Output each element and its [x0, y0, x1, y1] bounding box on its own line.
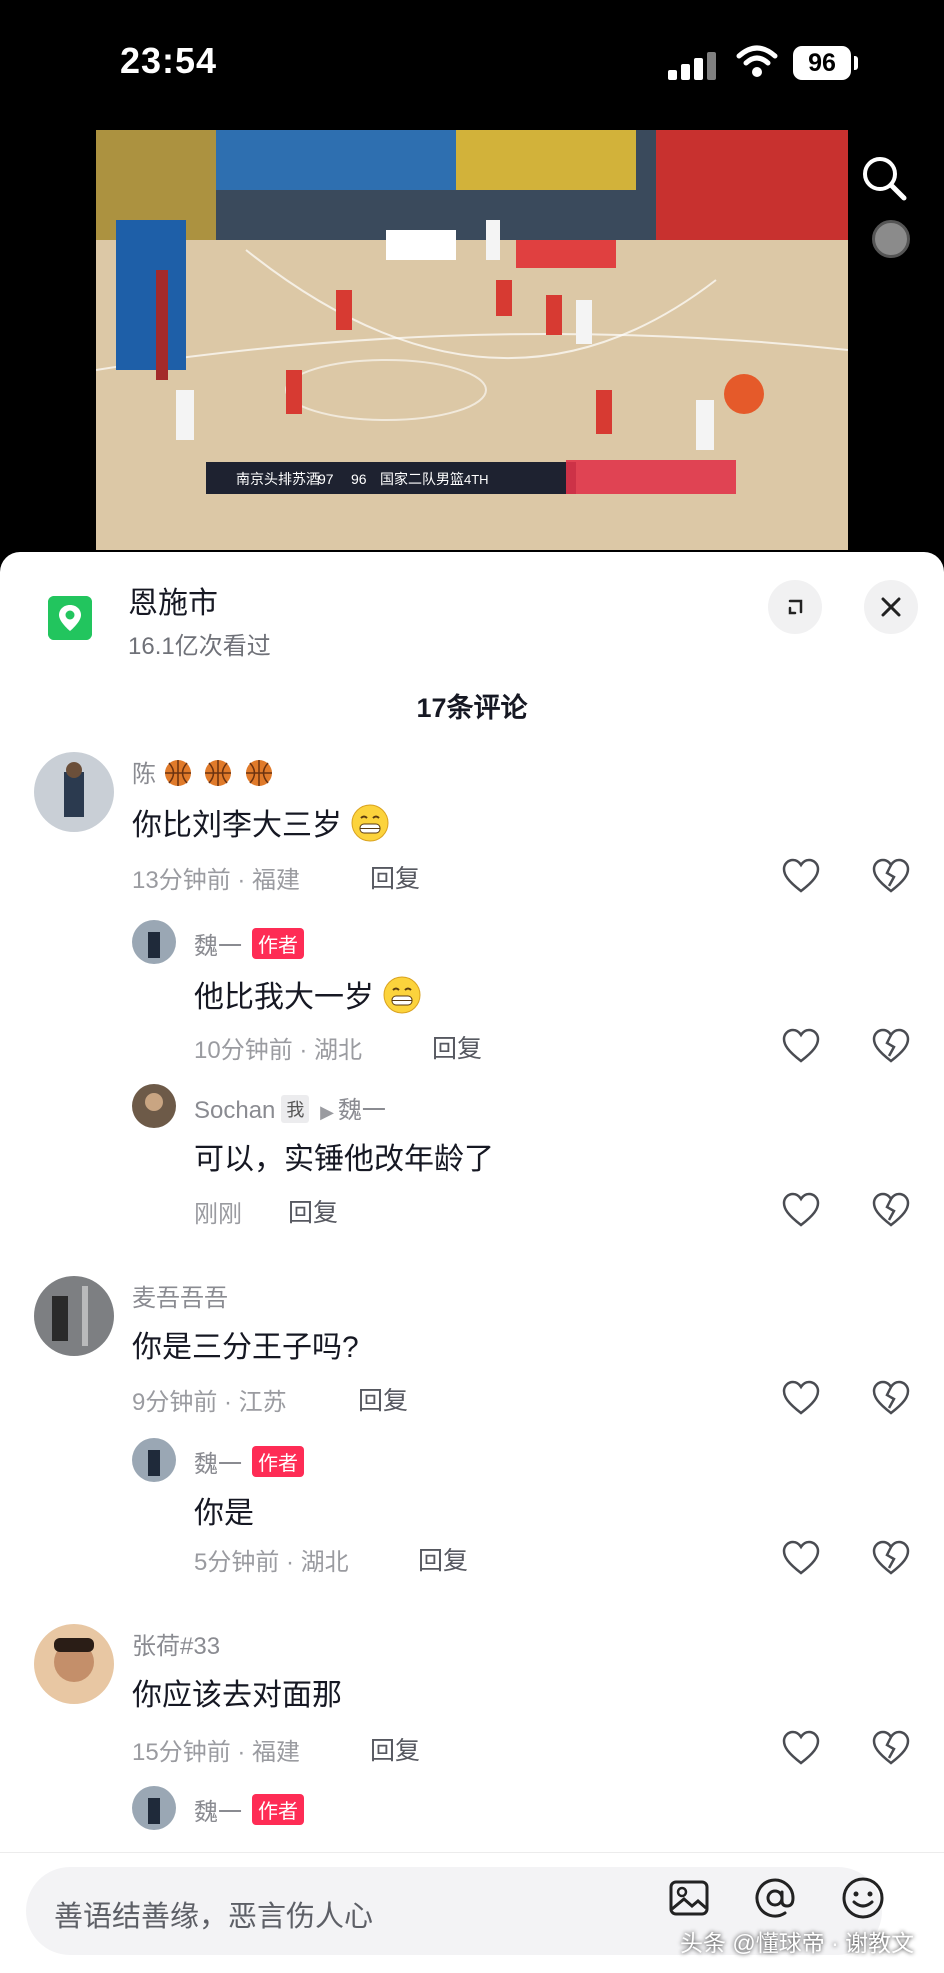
- comment-text: 你是三分王子吗?: [132, 1331, 359, 1364]
- avatar[interactable]: [34, 752, 114, 832]
- location-title[interactable]: 恩施市: [128, 578, 218, 622]
- status-time: 23:54: [120, 40, 218, 81]
- comment-author[interactable]: 张荷#33: [132, 1626, 220, 1661]
- expand-icon: [788, 599, 803, 615]
- close-icon: [881, 597, 901, 617]
- location-view-count: 16.1亿次看过: [128, 633, 271, 660]
- dislike-icon[interactable]: [872, 858, 910, 894]
- location-pin-icon: [48, 596, 92, 640]
- heart-icon[interactable]: [782, 1028, 820, 1064]
- comments-count-title: 17条评论: [416, 693, 528, 723]
- comment-time-location: 9分钟前 · 江苏: [132, 1389, 287, 1416]
- emoji-icon[interactable]: [840, 1875, 886, 1921]
- comment-text: 你比刘李大三岁: [132, 800, 390, 844]
- period-label: 4TH: [464, 472, 489, 487]
- heart-icon[interactable]: [782, 1192, 820, 1228]
- comment-author[interactable]: Sochan 我 ▶ 魏一: [194, 1090, 386, 1125]
- comment-time: 刚刚: [194, 1201, 242, 1228]
- avatar[interactable]: [34, 1624, 114, 1704]
- comment-time-location: 15分钟前 · 福建: [132, 1739, 301, 1766]
- wifi-icon: [736, 45, 778, 77]
- dislike-icon[interactable]: [872, 1540, 910, 1576]
- comment-time-location: 5分钟前 · 湖北: [194, 1549, 349, 1576]
- close-button[interactable]: [864, 580, 918, 634]
- comment-text: 你应该去对面那: [132, 1679, 342, 1712]
- author-badge: 作者: [252, 928, 304, 959]
- basketball-icon: [164, 760, 191, 786]
- image-icon[interactable]: [666, 1875, 712, 1921]
- comment-text: 可以，实锤他改年龄了: [194, 1143, 494, 1176]
- home-team-label: 南京头排苏酒: [236, 471, 320, 487]
- basketball-icon: [205, 760, 232, 786]
- reply-button[interactable]: 回复: [288, 1193, 338, 1229]
- video-player[interactable]: 南京头排苏酒 97 96 国家二队男篮 4TH: [96, 130, 848, 550]
- heart-icon[interactable]: [782, 1730, 820, 1766]
- reply-button[interactable]: 回复: [370, 859, 420, 895]
- expand-button[interactable]: [768, 580, 822, 634]
- avatar[interactable]: [132, 1786, 176, 1830]
- dislike-icon[interactable]: [872, 1380, 910, 1416]
- reply-button[interactable]: 回复: [418, 1541, 468, 1577]
- dislike-icon[interactable]: [872, 1028, 910, 1064]
- reply-button[interactable]: 回复: [358, 1381, 408, 1417]
- comment-text: 你是: [194, 1497, 254, 1530]
- comment-author[interactable]: 魏一 作者: [194, 1792, 304, 1827]
- watermark: 头条 @懂球帝 · 谢教文: [680, 1930, 915, 1956]
- heart-icon[interactable]: [782, 1540, 820, 1576]
- me-badge: 我: [281, 1095, 310, 1123]
- comment-author[interactable]: 魏一 作者: [194, 1444, 304, 1479]
- author-badge: 作者: [252, 1446, 304, 1477]
- reply-button[interactable]: 回复: [432, 1029, 482, 1065]
- away-score: 96: [351, 471, 367, 487]
- reply-button[interactable]: 回复: [370, 1731, 420, 1767]
- grin-emoji-icon: [383, 976, 421, 1014]
- author-badge: 作者: [252, 1794, 304, 1825]
- grin-emoji-icon: [351, 804, 389, 842]
- avatar[interactable]: [34, 1276, 114, 1356]
- battery-tip: [854, 56, 858, 70]
- comment-text: 他比我大一岁: [194, 972, 422, 1016]
- status-bar: 23:54 96: [0, 0, 944, 130]
- avatar[interactable]: [132, 1438, 176, 1482]
- heart-icon[interactable]: [782, 1380, 820, 1416]
- comment-author[interactable]: 魏一 作者: [194, 926, 304, 961]
- comment-time-location: 10分钟前 · 湖北: [194, 1037, 363, 1064]
- dislike-icon[interactable]: [872, 1730, 910, 1766]
- comment-sheet: 恩施市 16.1亿次看过 17条评论 陈 你比刘李大三岁 13分钟前 · 福建 …: [0, 552, 944, 1972]
- avatar[interactable]: [132, 920, 176, 964]
- basketball-icon: [246, 760, 273, 786]
- battery-indicator: 96: [793, 46, 851, 80]
- home-score: 97: [318, 471, 334, 487]
- comment-author[interactable]: 陈: [132, 754, 278, 789]
- comment-author[interactable]: 麦吾吾吾: [132, 1278, 228, 1313]
- dislike-icon[interactable]: [872, 1192, 910, 1228]
- away-team-label: 国家二队男篮: [380, 471, 464, 487]
- comment-time-location: 13分钟前 · 福建: [132, 867, 301, 894]
- at-icon[interactable]: [752, 1875, 798, 1921]
- record-button[interactable]: [872, 220, 910, 258]
- reply-arrow-icon: ▶: [320, 1102, 334, 1122]
- search-icon[interactable]: [858, 152, 910, 204]
- heart-icon[interactable]: [782, 858, 820, 894]
- avatar[interactable]: [132, 1084, 176, 1128]
- input-placeholder: 善语结善缘，恶言伤人心: [54, 1901, 374, 1933]
- basketball-court-scene: 南京头排苏酒 97 96 国家二队男篮 4TH: [96, 130, 848, 550]
- signal-icon: [668, 50, 720, 80]
